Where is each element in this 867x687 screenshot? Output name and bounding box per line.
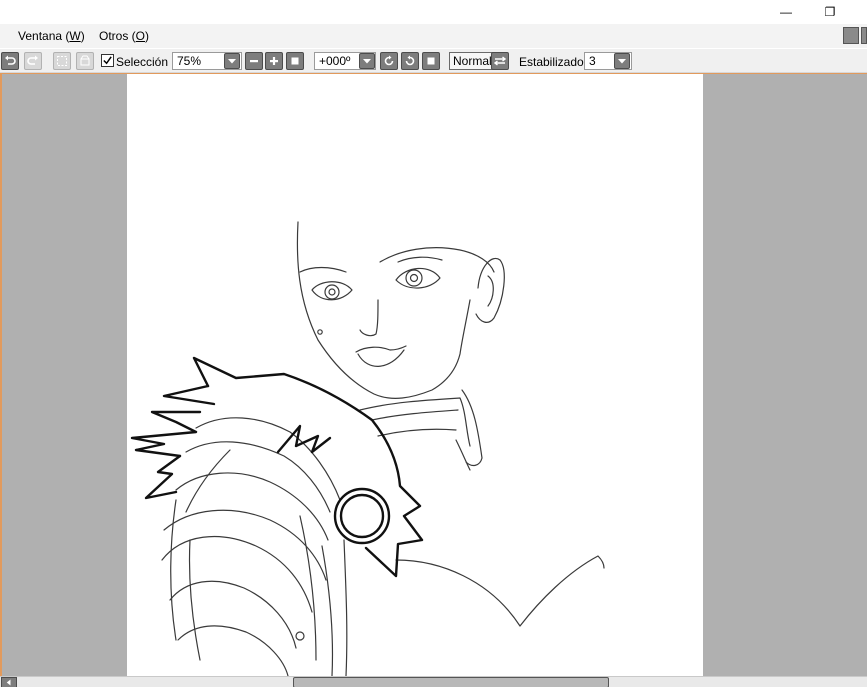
selection-label: Selección [116,55,169,69]
flip-horizontal-icon [494,56,506,66]
dropdown-arrow-icon [618,59,626,64]
body-outline [395,555,605,627]
rotate-reset-icon [427,57,435,65]
trim-icon [80,55,90,66]
rotate-left-button[interactable] [380,52,398,70]
shoulder-armor [195,417,341,501]
zoom-reset-icon [291,57,299,65]
lower-lip [357,349,405,367]
scroll-left-button[interactable] [1,677,17,687]
ear [475,257,505,323]
rotate-right-button[interactable] [401,52,419,70]
rotate-reset-button[interactable] [422,52,440,70]
restore-button[interactable]: ❐ [816,2,844,22]
menu-otros[interactable]: Otros (O) [99,29,149,43]
zoom-out-button[interactable] [245,52,263,70]
zoom-out-icon [250,60,258,63]
menu-bar: Ventana (W) Otros (O) [0,24,867,48]
document-restore-button[interactable] [861,27,867,44]
zoom-in-icon [270,57,278,65]
blend-mode-button[interactable]: Normal [449,52,496,70]
minimize-icon: — [780,5,792,19]
left-eyebrow [299,266,347,273]
drawing-canvas[interactable] [127,74,703,676]
forehead-line [379,247,495,273]
zoom-reset-button[interactable] [286,52,304,70]
horizontal-scrollbar[interactable] [0,676,867,687]
checkmark-icon [103,56,112,65]
deselect-button[interactable] [53,52,71,70]
fur-collar-outline [192,356,424,578]
zoom-in-button[interactable] [265,52,283,70]
line-art-drawing [130,221,605,676]
redo-icon [27,55,38,65]
undo-button[interactable] [1,52,19,70]
right-eyebrow [397,256,443,263]
redo-button[interactable] [24,52,42,70]
selection-checkbox[interactable] [101,54,114,67]
rotate-left-icon [384,55,394,66]
stabilizer-dropdown-button[interactable] [614,53,630,69]
zoom-dropdown-button[interactable] [224,53,240,69]
rotate-right-icon [405,55,415,66]
collar [359,397,471,447]
flip-horizontal-button[interactable] [491,52,509,70]
document-minimize-button[interactable] [843,27,859,44]
dropdown-arrow-icon [363,59,371,64]
stabilizer-label: Estabilizador [519,55,588,69]
nose [359,299,379,337]
rotation-dropdown-button[interactable] [359,53,375,69]
title-bar: — ❐ [0,0,867,24]
menu-ventana[interactable]: Ventana (W) [18,29,85,43]
restore-icon: ❐ [824,5,836,19]
trim-button[interactable] [76,52,94,70]
upper-lip [355,345,407,353]
scroll-thumb[interactable] [293,677,609,687]
toolbar: Selección 75% +000º Normal Estabilizador… [0,49,867,73]
undo-icon [5,55,16,65]
deselect-icon [57,56,67,66]
minimize-button[interactable]: — [772,2,800,22]
scroll-left-icon [6,679,11,686]
dropdown-arrow-icon [228,59,236,64]
